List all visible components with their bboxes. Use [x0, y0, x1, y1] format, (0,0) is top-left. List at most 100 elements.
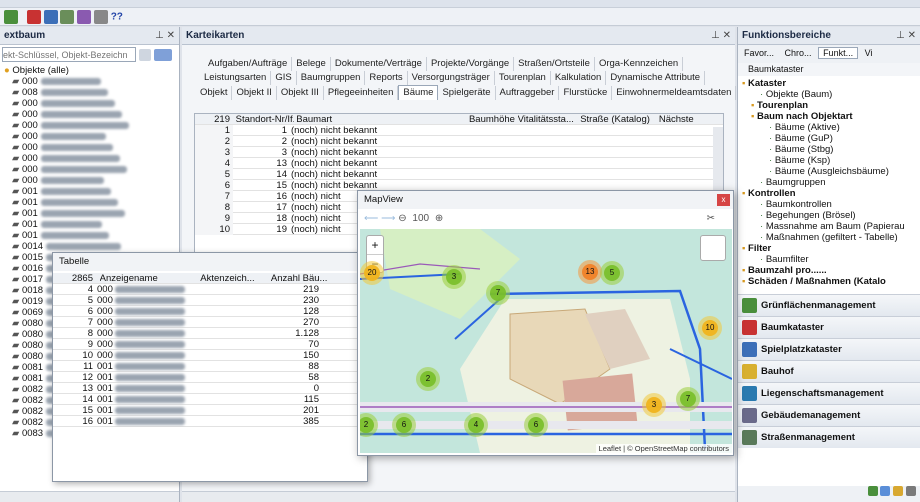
- column-header[interactable]: Baumart: [296, 114, 446, 125]
- tree-item[interactable]: ▰ 000: [4, 175, 179, 186]
- tree-item[interactable]: ▰ 001: [4, 208, 179, 219]
- table-row[interactable]: 14 001 115: [53, 394, 367, 405]
- tab[interactable]: Aufgaben/Aufträge: [204, 57, 293, 71]
- cluster-marker[interactable]: 4: [464, 413, 488, 437]
- tools-icon[interactable]: ✂: [707, 209, 715, 229]
- tab-views[interactable]: Vi: [861, 48, 877, 58]
- table-row[interactable]: 4 13 (noch) nicht bekannt: [195, 158, 723, 169]
- tab[interactable]: Belege: [292, 57, 331, 71]
- column-header[interactable]: Anzahl Bäu...: [271, 273, 331, 284]
- tab[interactable]: Objekt III: [277, 86, 324, 100]
- cluster-marker[interactable]: 6: [392, 413, 416, 437]
- table-row[interactable]: 4 000 219: [53, 284, 367, 295]
- function-tree-item[interactable]: · Maßnahmen (gefiltert - Tabelle): [742, 232, 916, 243]
- car-icon[interactable]: [26, 10, 41, 24]
- function-tree-item[interactable]: · Baumgruppen: [742, 177, 916, 188]
- tab[interactable]: Dokumente/Verträge: [331, 57, 427, 71]
- tab-functions[interactable]: Funkt...: [818, 47, 859, 59]
- column-header[interactable]: Standort-Nr/If...: [236, 114, 294, 125]
- function-tree-item[interactable]: · Bäume (Aktive): [742, 122, 916, 133]
- tab[interactable]: Reports: [365, 71, 408, 85]
- table-row[interactable]: 5 000 230: [53, 295, 367, 306]
- function-tree-item[interactable]: · Bäume (Ksp): [742, 155, 916, 166]
- tab[interactable]: Dynamische Attribute: [606, 71, 706, 85]
- function-tree-item[interactable]: · Bäume (GuP): [742, 133, 916, 144]
- tab-favorites[interactable]: Favor...: [740, 48, 778, 58]
- tab-chronik[interactable]: Chro...: [781, 48, 816, 58]
- tab[interactable]: Auftraggeber: [496, 86, 560, 100]
- function-tree-item[interactable]: ▪ Kataster: [742, 78, 916, 89]
- function-tree-item[interactable]: · Begehungen (Brösel): [742, 210, 916, 221]
- column-header[interactable]: Anzeigename: [100, 273, 198, 284]
- table-row[interactable]: 15 001 201: [53, 405, 367, 416]
- tab[interactable]: Baumgruppen: [297, 71, 366, 85]
- horizontal-scrollbar[interactable]: [0, 491, 179, 502]
- table-row[interactable]: 12 001 58: [53, 372, 367, 383]
- cluster-marker[interactable]: 13: [578, 260, 602, 284]
- search-input[interactable]: [2, 47, 136, 62]
- function-tree-item[interactable]: · Massnahme am Baum (Papierau: [742, 221, 916, 232]
- table-row[interactable]: 11 001 88: [53, 361, 367, 372]
- tree-root[interactable]: ● Objekte (alle): [4, 65, 179, 76]
- tab[interactable]: Objekt II: [232, 86, 277, 100]
- table-row[interactable]: 10 000 150: [53, 350, 367, 361]
- table-row[interactable]: 6 000 128: [53, 306, 367, 317]
- pin-close-icon[interactable]: ⊥ ✕: [155, 27, 175, 45]
- wrench-icon[interactable]: [93, 10, 108, 24]
- tab[interactable]: Kalkulation: [551, 71, 607, 85]
- function-tree-item[interactable]: ▪ Kontrollen: [742, 188, 916, 199]
- function-tree-item[interactable]: · Bäume (Stbg): [742, 144, 916, 155]
- module-button[interactable]: Straßenmanagement: [738, 426, 920, 448]
- tool-icon[interactable]: [906, 486, 916, 497]
- help-button[interactable]: ??: [111, 12, 123, 23]
- tab[interactable]: Straßen/Ortsteile: [514, 57, 595, 71]
- tab[interactable]: GIS: [271, 71, 297, 85]
- tree-item[interactable]: ▰ 008: [4, 87, 179, 98]
- tool-icon[interactable]: [867, 486, 878, 497]
- cluster-marker[interactable]: 7: [486, 281, 510, 305]
- cluster-marker[interactable]: 3: [442, 265, 466, 289]
- tab[interactable]: Spielgeräte: [438, 86, 496, 100]
- tree-item[interactable]: ▰ 000: [4, 109, 179, 120]
- table-row[interactable]: 7 000 270: [53, 317, 367, 328]
- table-row[interactable]: 3 3 (noch) nicht bekannt: [195, 147, 723, 158]
- zoom-out-icon[interactable]: ⊖: [398, 213, 406, 224]
- tree-item[interactable]: ▰ 0014: [4, 241, 179, 252]
- options-icon[interactable]: [153, 48, 172, 61]
- tree-item[interactable]: ▰ 000: [4, 98, 179, 109]
- cluster-marker[interactable]: 20: [360, 261, 384, 285]
- tree-item[interactable]: ▰ 000: [4, 164, 179, 175]
- function-tree-item[interactable]: ▪ Baumzahl pro......: [742, 265, 916, 276]
- tab[interactable]: Tourenplan: [495, 71, 551, 85]
- module-button[interactable]: Liegenschaftsmanagement: [738, 382, 920, 404]
- person-icon[interactable]: [43, 10, 58, 24]
- tree-item[interactable]: ▰ 000: [4, 76, 179, 87]
- tree-item[interactable]: ▰ 001: [4, 219, 179, 230]
- cluster-marker[interactable]: 5: [600, 261, 624, 285]
- tree-item[interactable]: ▰ 001: [4, 197, 179, 208]
- column-header[interactable]: Aktenzeich...: [200, 273, 268, 284]
- column-header[interactable]: Nächste: [659, 114, 699, 125]
- horizontal-scrollbar[interactable]: [182, 491, 735, 502]
- tree-item[interactable]: ▰ 000: [4, 153, 179, 164]
- table-row[interactable]: 13 001 0: [53, 383, 367, 394]
- tree-item[interactable]: ▰ 000: [4, 142, 179, 153]
- function-tree-item[interactable]: · Baumkontrollen: [742, 199, 916, 210]
- tree-item[interactable]: ▰ 001: [4, 230, 179, 241]
- tab[interactable]: Bäume: [398, 85, 439, 100]
- table-row[interactable]: 16 001 385: [53, 416, 367, 427]
- function-tree-item[interactable]: · Baumfilter: [742, 254, 916, 265]
- map-zoom-in-button[interactable]: +: [367, 236, 383, 255]
- pin-close-icon[interactable]: ⊥ ✕: [896, 27, 916, 45]
- table-row[interactable]: 1 1 (noch) nicht bekannt: [195, 125, 723, 136]
- module-button[interactable]: Gebäudemanagement: [738, 404, 920, 426]
- clear-filter-icon[interactable]: [138, 48, 151, 61]
- cluster-marker[interactable]: 7: [676, 387, 700, 411]
- table-row[interactable]: 5 14 (noch) nicht bekannt: [195, 169, 723, 180]
- back-arrow-icon[interactable]: ⟵: [364, 213, 378, 224]
- filter-icon[interactable]: [4, 10, 18, 24]
- column-header[interactable]: Vitalitätssta...: [518, 114, 578, 125]
- chart-icon[interactable]: [77, 10, 92, 24]
- pin-close-icon[interactable]: ⊥ ✕: [711, 27, 731, 45]
- map-icon[interactable]: [60, 10, 75, 24]
